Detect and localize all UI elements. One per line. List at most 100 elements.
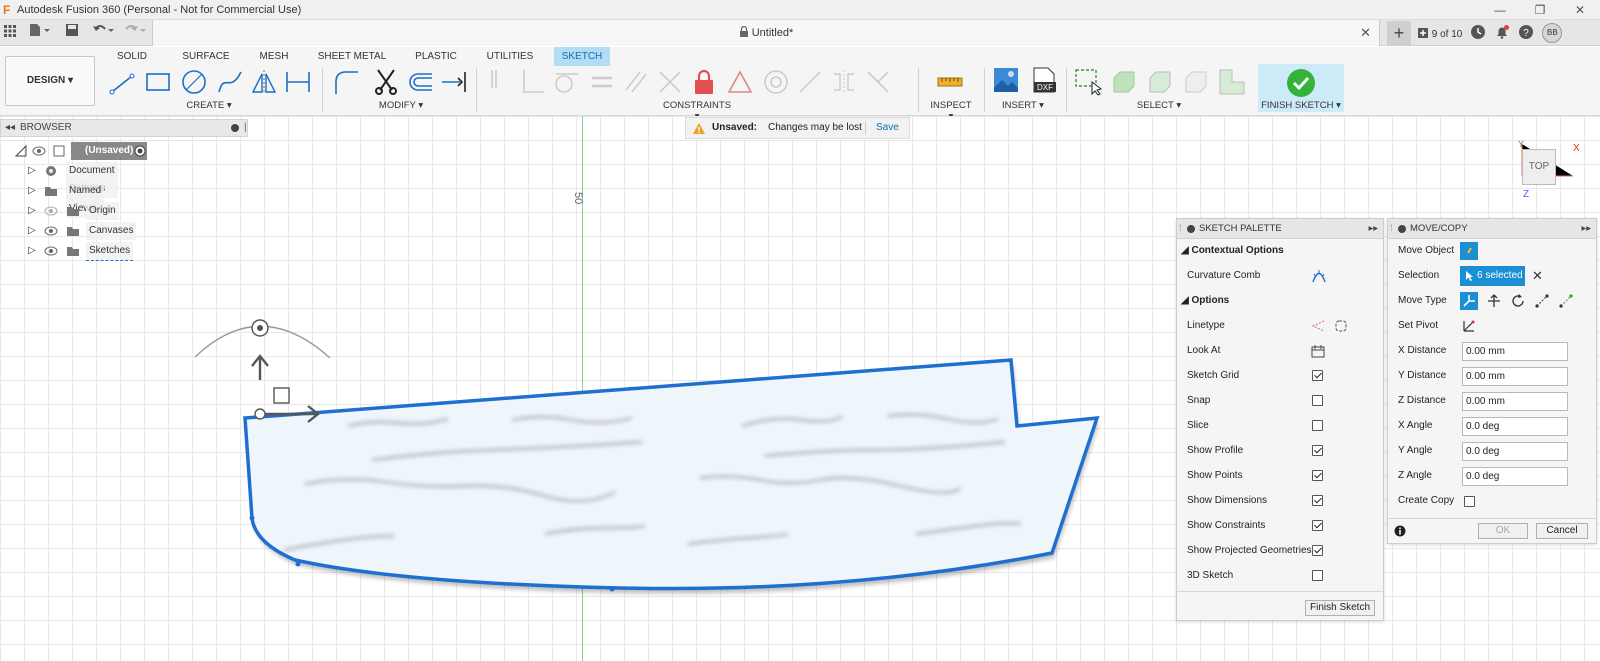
show-projected-geometries-checkbox[interactable]: [1312, 545, 1323, 556]
sketch-palette: ⁞ SKETCH PALETTE ▸▸ ◢ Contextual Options…: [1176, 218, 1384, 621]
snap-label: Snap: [1187, 395, 1211, 406]
slice-checkbox[interactable]: [1312, 420, 1323, 431]
sketch-palette-title: SKETCH PALETTE: [1199, 223, 1282, 234]
expand-palette-icon[interactable]: ▸▸: [1368, 219, 1378, 239]
body-select-icon: [1467, 247, 1472, 254]
rotate-handle-dot: [257, 325, 263, 331]
z-distance-input[interactable]: 0.00 mm: [1462, 392, 1568, 411]
construction-linetype-icon[interactable]: [1311, 319, 1325, 333]
move-copy-title: MOVE/COPY: [1410, 223, 1468, 234]
cancel-button[interactable]: Cancel: [1536, 523, 1588, 539]
slice-label: Slice: [1187, 420, 1209, 431]
visibility-eye-icon[interactable]: [44, 205, 58, 217]
palette-pin-icon[interactable]: [1187, 225, 1195, 233]
show-dimensions-label: Show Dimensions: [1187, 495, 1268, 506]
visibility-eye-icon[interactable]: [44, 245, 58, 257]
section-title: Contextual Options: [1191, 245, 1284, 256]
rotate-move-icon[interactable]: [1511, 294, 1525, 308]
look-at-icon[interactable]: [1311, 344, 1325, 358]
show-constraints-label: Show Constraints: [1187, 520, 1266, 531]
sketch-profile[interactable]: [243, 358, 1100, 591]
expand-triangle-icon[interactable]: ▷: [28, 222, 36, 240]
snap-checkbox[interactable]: [1312, 395, 1323, 406]
palette-divider: [1177, 591, 1383, 592]
z-angle-input[interactable]: 0.0 deg: [1462, 467, 1568, 486]
show-projected-geometries-label: Show Projected Geometries: [1187, 545, 1312, 556]
selection-count: 6 selected: [1477, 270, 1523, 281]
save-link[interactable]: Save: [876, 118, 899, 138]
translate-move-icon[interactable]: [1487, 294, 1501, 308]
show-dimensions-checkbox[interactable]: [1312, 495, 1323, 506]
expand-triangle-icon[interactable]: ▷: [28, 202, 36, 220]
move-object-selector[interactable]: [1460, 242, 1478, 260]
planar-move-handle[interactable]: [273, 387, 290, 404]
x-angle-input[interactable]: 0.0 deg: [1462, 417, 1568, 436]
show-points-checkbox[interactable]: [1312, 470, 1323, 481]
sketch-grid-checkbox[interactable]: [1312, 370, 1323, 381]
x-angle-label: X Angle: [1398, 420, 1433, 431]
point-to-position-icon[interactable]: [1559, 294, 1573, 308]
x-distance-input[interactable]: 0.00 mm: [1462, 342, 1568, 361]
folder-icon: [45, 187, 57, 196]
expand-dialog-icon[interactable]: ▸▸: [1581, 219, 1591, 239]
folder-icon: [67, 247, 79, 256]
dialog-divider: [1388, 518, 1596, 519]
browser-item-label: Origin: [86, 202, 119, 220]
move-copy-header[interactable]: ⁞ MOVE/COPY ▸▸: [1388, 219, 1596, 239]
browser-item-label: Sketches: [86, 242, 134, 261]
point-to-point-icon[interactable]: [1535, 294, 1549, 308]
move-type-label: Move Type: [1398, 295, 1447, 306]
linetype-label: Linetype: [1187, 320, 1225, 331]
y-distance-input[interactable]: 0.00 mm: [1462, 367, 1568, 386]
contextual-options-section[interactable]: ◢ Contextual Options: [1181, 240, 1284, 262]
info-icon[interactable]: [1394, 525, 1406, 537]
sketch-point[interactable]: [609, 586, 615, 592]
browser-title: BROWSER: [20, 122, 72, 133]
sketch-point[interactable]: [295, 561, 301, 567]
move-object-label: Move Object: [1398, 245, 1455, 256]
selection-count-button[interactable]: 6 selected: [1460, 266, 1525, 286]
dialog-pin-icon[interactable]: [1398, 225, 1406, 233]
options-section[interactable]: ◢ Options: [1181, 290, 1229, 312]
move-y-arrow[interactable]: [251, 354, 269, 380]
curvature-comb-icon[interactable]: [1311, 269, 1327, 283]
free-move-type-button[interactable]: [1460, 292, 1478, 310]
notification-divider: [865, 121, 866, 135]
expand-triangle-icon[interactable]: ▷: [28, 182, 36, 200]
browser-header[interactable]: ◂◂ BROWSER |: [0, 119, 248, 137]
centerline-linetype-icon[interactable]: [1334, 319, 1348, 333]
visibility-eye-icon[interactable]: [44, 225, 58, 237]
folder-icon: [67, 207, 79, 216]
look-at-label: Look At: [1187, 345, 1221, 356]
visibility-eye-icon[interactable]: [32, 145, 46, 157]
sketch-palette-header[interactable]: ⁞ SKETCH PALETTE ▸▸: [1177, 219, 1383, 239]
dialog-grip-icon[interactable]: ⁞: [1390, 219, 1393, 239]
create-copy-checkbox[interactable]: [1464, 496, 1475, 507]
palette-grip-icon[interactable]: ⁞: [1179, 219, 1182, 239]
ok-button[interactable]: OK: [1478, 523, 1528, 539]
y-distance-label: Y Distance: [1398, 370, 1447, 381]
set-pivot-icon[interactable]: [1461, 318, 1477, 334]
palette-finish-sketch-button[interactable]: Finish Sketch: [1305, 600, 1375, 616]
unsaved-message: Changes may be lost: [768, 122, 862, 133]
section-caret-icon: ◢: [1181, 245, 1192, 256]
component-icon: [53, 145, 65, 157]
show-constraints-checkbox[interactable]: [1312, 520, 1323, 531]
clear-selection-icon[interactable]: ✕: [1532, 268, 1543, 284]
expand-triangle-icon[interactable]: ▷: [28, 242, 36, 260]
unsaved-notification: Unsaved: Changes may be lost Save: [685, 117, 910, 139]
view-cube-top-face[interactable]: TOP: [1522, 149, 1556, 185]
collapse-browser-icon[interactable]: ◂◂: [5, 120, 15, 136]
3d-sketch-checkbox[interactable]: [1312, 570, 1323, 581]
cursor-icon: [1466, 271, 1473, 281]
activate-radio-icon[interactable]: [134, 145, 146, 157]
expand-triangle-icon[interactable]: [14, 144, 28, 158]
y-angle-input[interactable]: 0.0 deg: [1462, 442, 1568, 461]
pivot-origin[interactable]: [254, 408, 266, 420]
browser-pin-icon[interactable]: [231, 124, 239, 132]
show-profile-label: Show Profile: [1187, 445, 1244, 456]
sketch-point[interactable]: [249, 515, 255, 521]
browser-resize-icon[interactable]: |: [244, 120, 247, 136]
show-profile-checkbox[interactable]: [1312, 445, 1323, 456]
expand-triangle-icon[interactable]: ▷: [28, 162, 36, 180]
